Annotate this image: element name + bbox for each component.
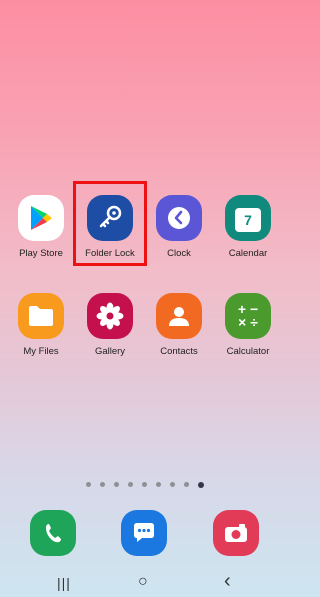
app-label: Play Store: [19, 248, 63, 259]
app-label: Clock: [167, 248, 191, 259]
page-dot[interactable]: [127, 482, 133, 487]
page-dot[interactable]: [85, 482, 91, 487]
app-label: Contacts: [160, 346, 198, 357]
folder-icon: [18, 293, 64, 339]
dock: [0, 510, 289, 556]
phone-icon[interactable]: [30, 510, 76, 556]
page-dot[interactable]: [183, 482, 189, 487]
page-dot-active[interactable]: [197, 481, 204, 488]
clock-icon: [156, 195, 202, 241]
page-dot[interactable]: [169, 482, 175, 487]
app-label: Gallery: [94, 346, 126, 357]
page-dot[interactable]: [113, 482, 119, 487]
back-button[interactable]: ‹: [224, 570, 231, 593]
app-play-store[interactable]: Play Store: [7, 195, 75, 259]
calculator-symbols: + − × ÷: [237, 301, 259, 330]
play-store-icon: [18, 195, 64, 241]
app-calculator[interactable]: + − × ÷ Calculator: [214, 293, 282, 357]
calendar-day: 7: [235, 208, 261, 232]
app-label: My Files: [23, 346, 59, 357]
page-indicator: [0, 481, 289, 488]
message-icon[interactable]: [121, 510, 167, 556]
app-label: Calculator: [226, 346, 270, 357]
selection-highlight: [73, 181, 147, 266]
camera-icon[interactable]: [213, 510, 259, 556]
app-calendar[interactable]: 7 Calendar: [214, 195, 282, 259]
page-dot[interactable]: [99, 482, 105, 487]
flower-icon: [87, 293, 133, 339]
person-icon: [156, 293, 202, 339]
recents-button[interactable]: |||: [57, 575, 71, 591]
home-button[interactable]: ○: [138, 573, 148, 591]
app-row-2: My Files Gallery Contacts + − × ÷ Calcul…: [0, 293, 289, 373]
app-gallery[interactable]: Gallery: [76, 293, 144, 357]
navigation-bar: ||| ○ ‹: [0, 570, 289, 597]
app-my-files[interactable]: My Files: [7, 293, 75, 357]
page-dot[interactable]: [141, 482, 147, 487]
app-label: Calendar: [228, 248, 268, 259]
page-dot[interactable]: [155, 482, 161, 487]
app-contacts[interactable]: Contacts: [145, 293, 213, 357]
app-clock[interactable]: Clock: [145, 195, 213, 259]
calendar-icon: 7: [225, 195, 271, 241]
calculator-icon: + − × ÷: [225, 293, 271, 339]
